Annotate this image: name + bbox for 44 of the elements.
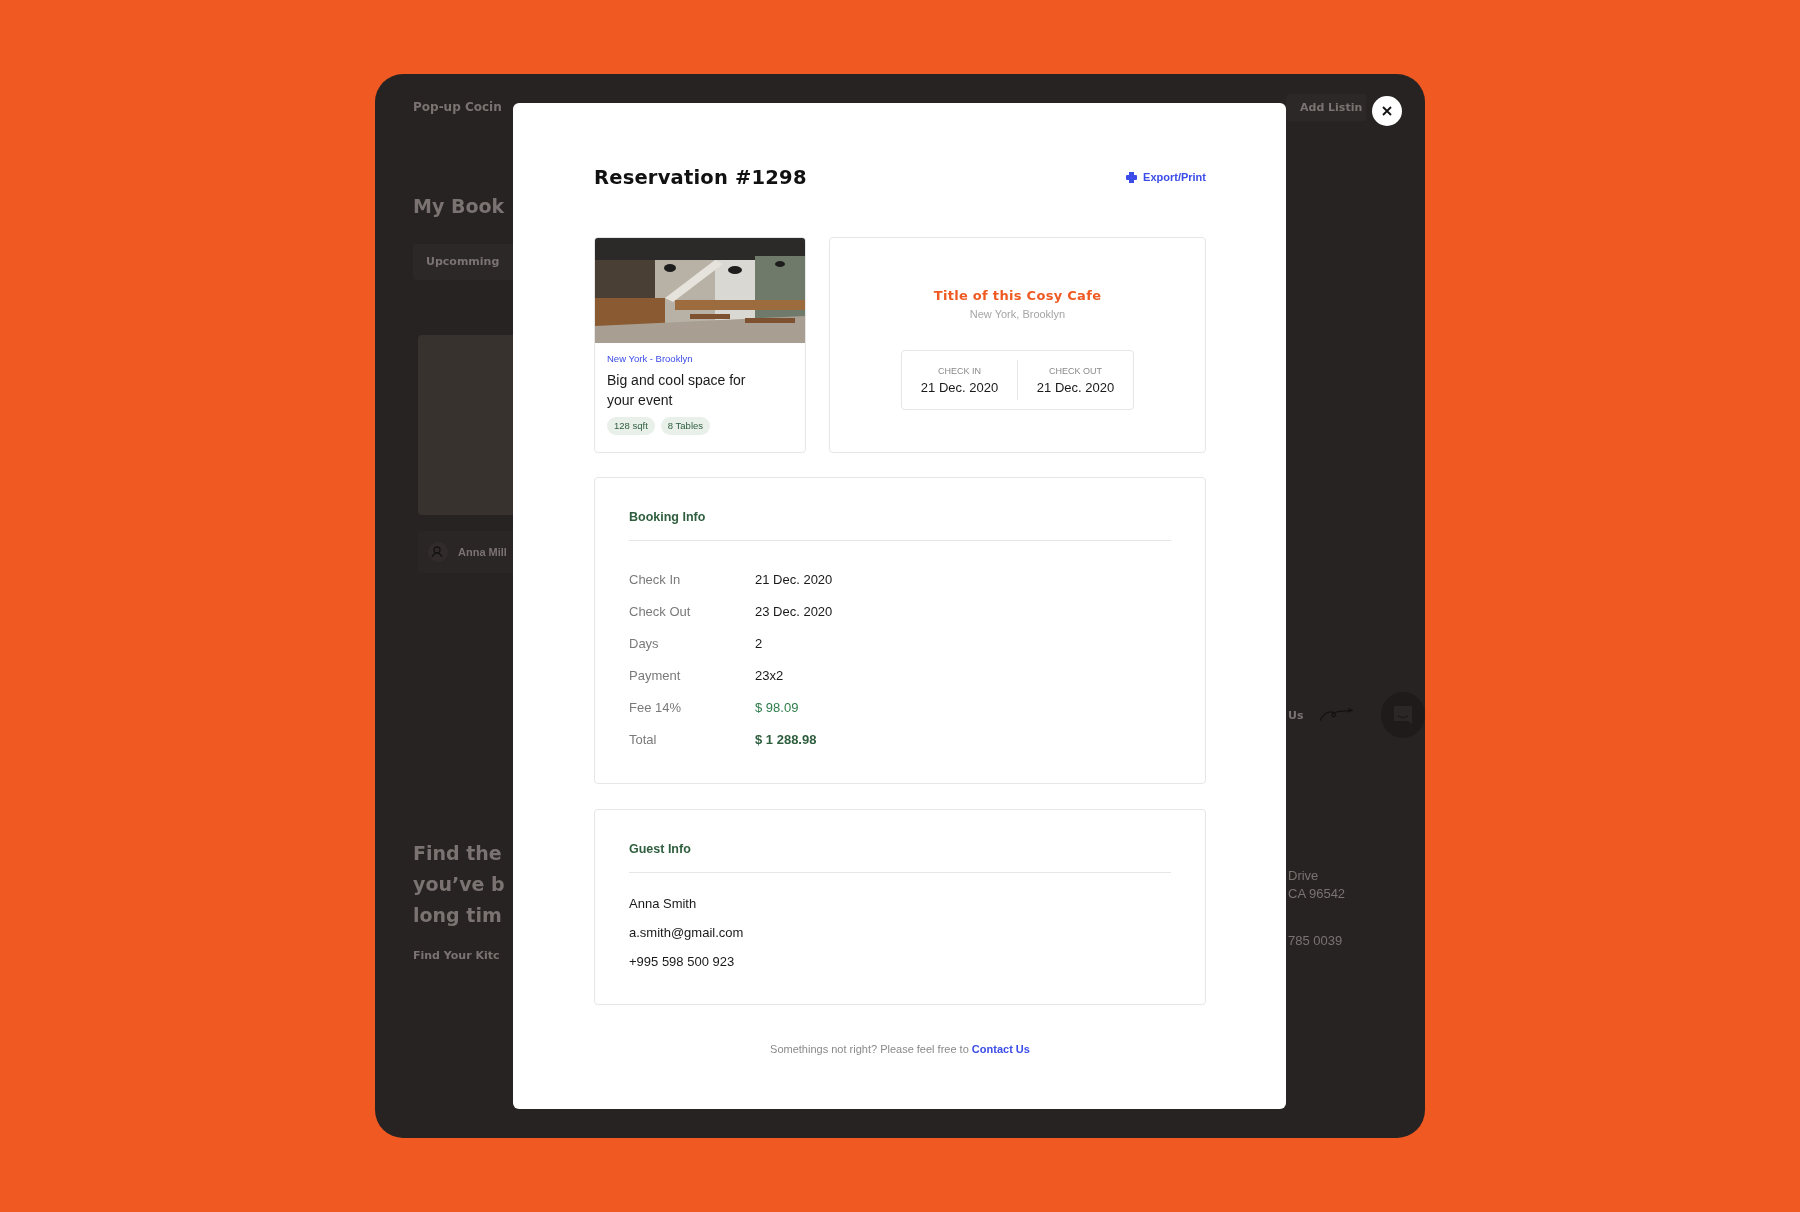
add-listing-button[interactable]: Add Listin (1286, 94, 1366, 121)
listing-title: Big and cool space for your event (607, 371, 747, 410)
export-print-button[interactable]: Export/Print (1126, 171, 1206, 183)
promo-heading: Find the you’ve b long tim (413, 841, 506, 928)
info-label: Check Out (629, 603, 692, 619)
host-name: Anna Mill (458, 546, 507, 558)
section-title: Guest Info (629, 841, 691, 858)
date-label: CHECK OUT (1049, 365, 1102, 376)
date-value: 21 Dec. 2020 (920, 379, 999, 395)
guest-detail: Anna Smith (629, 896, 697, 911)
tag: 8 Tables (660, 417, 711, 435)
guest-detail: +995 598 500 923 (629, 954, 735, 969)
info-value: $ 1 288.98 (755, 731, 817, 747)
guest-detail: a.smith@gmail.com (629, 925, 744, 940)
info-label: Days (629, 635, 660, 651)
brand-name[interactable]: Pop-up Cocin (413, 100, 513, 114)
upcoming-tab[interactable]: Upcomming (413, 244, 513, 280)
info-label: Payment (629, 667, 682, 683)
phone-text: 785 0039 (1287, 933, 1344, 948)
date-label: CHECK IN (938, 365, 981, 376)
modal-title: Reservation #1298 (594, 165, 807, 189)
contact-us-label: Us (1288, 708, 1304, 722)
section-title: Booking Info (629, 509, 706, 526)
info-value: 21 Dec. 2020 (755, 571, 833, 587)
info-value: 23 Dec. 2020 (755, 603, 833, 619)
page-heading: My Book (413, 194, 506, 218)
find-kitchen-link[interactable]: Find Your Kitc (413, 949, 513, 962)
tag: 128 sqft (607, 417, 655, 435)
close-icon (1382, 106, 1392, 116)
address-text: Drive CA 96542 (1287, 867, 1347, 903)
info-label: Check In (629, 571, 682, 587)
venue-location: New York, Brooklyn (969, 308, 1066, 320)
info-value: 2 (755, 635, 763, 651)
contact-link[interactable]: Contact Us (971, 1043, 1030, 1055)
info-label: Total (629, 731, 658, 747)
info-label: Fee 14% (629, 699, 683, 715)
close-button[interactable] (1372, 96, 1402, 126)
info-value: 23x2 (755, 667, 784, 683)
info-value: $ 98.09 (755, 699, 799, 715)
person-icon (428, 542, 448, 562)
footer-note: Somethings not right? Please feel free to Contact Us (769, 1042, 1031, 1056)
location-text: New York - Brooklyn (607, 353, 694, 365)
venue-title: Title of this Cosy Cafe (933, 288, 1102, 303)
date-value: 21 Dec. 2020 (1036, 379, 1115, 395)
